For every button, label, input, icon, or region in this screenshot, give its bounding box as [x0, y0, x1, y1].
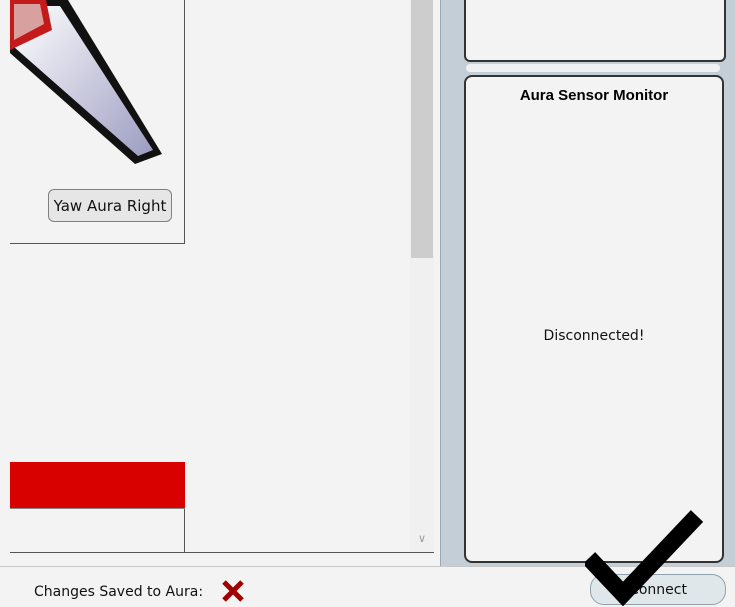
- connection-status-text: Disconnected!: [543, 328, 645, 344]
- x-icon: [222, 580, 244, 602]
- monitor-title: Aura Sensor Monitor: [519, 87, 669, 104]
- red-indicator-bar: [10, 462, 185, 508]
- main-panel: Yaw Aura Right ∨: [0, 0, 441, 566]
- divider: [10, 552, 434, 553]
- scrollbar-thumb[interactable]: [411, 0, 433, 258]
- upper-panel: [464, 0, 726, 62]
- lower-card: [10, 462, 185, 552]
- right-sidebar: Aura Sensor Monitor Disconnected!: [452, 0, 735, 566]
- yaw-aura-right-button[interactable]: Yaw Aura Right: [48, 189, 172, 222]
- vertical-scrollbar[interactable]: ∨: [410, 0, 434, 552]
- sensor-monitor-panel: Aura Sensor Monitor Disconnected!: [464, 75, 724, 563]
- checkmark-icon: [585, 510, 704, 606]
- aura-device-graphic: [10, 0, 162, 164]
- divider: [10, 508, 185, 509]
- changes-saved-label: Changes Saved to Aura:: [34, 584, 204, 600]
- chevron-down-icon[interactable]: ∨: [410, 530, 434, 548]
- aura-preview-card: Yaw Aura Right: [10, 0, 185, 244]
- panel-splitter[interactable]: [466, 64, 720, 72]
